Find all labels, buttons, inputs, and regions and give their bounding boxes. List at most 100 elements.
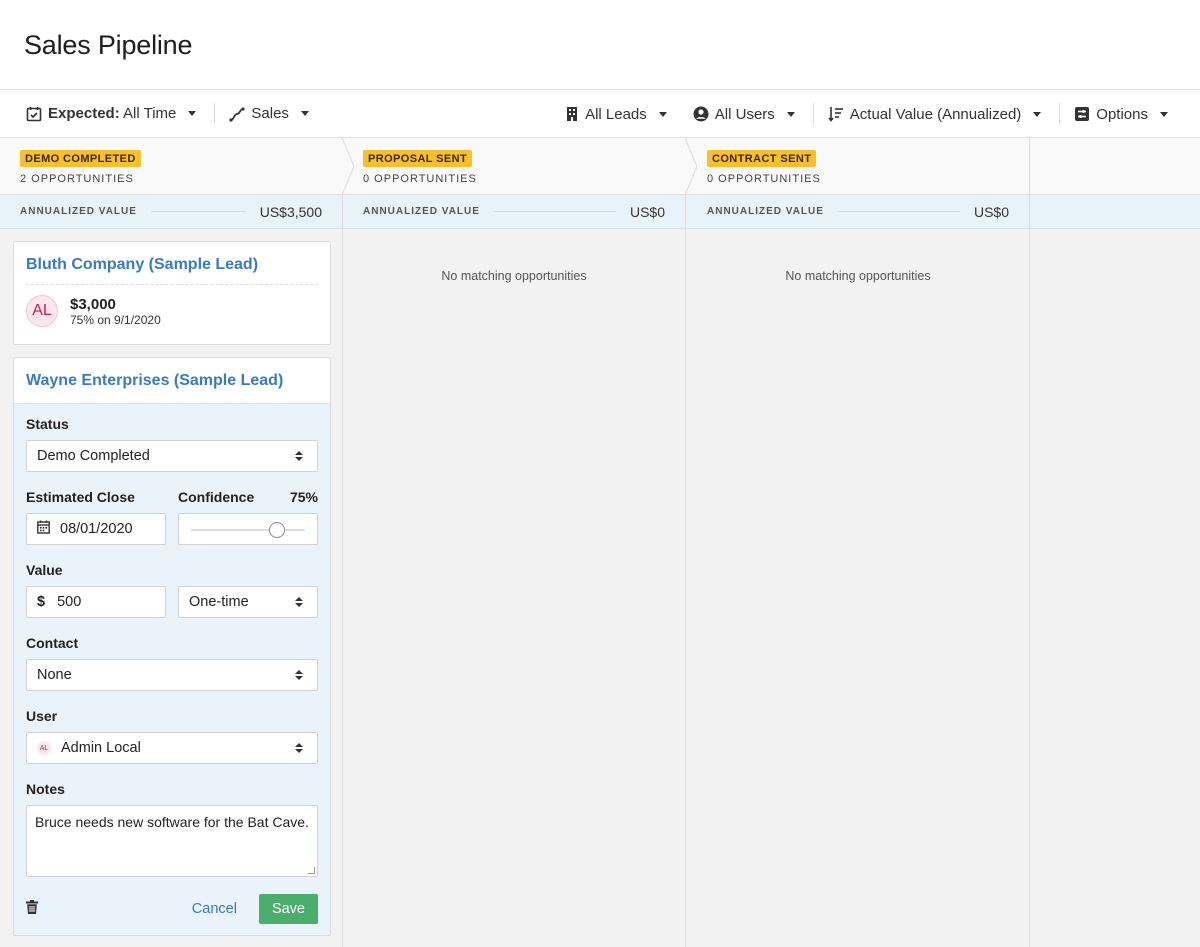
notes-value: Bruce needs new software for the Bat Cav…: [35, 814, 309, 830]
value-label: ANNUALIZED VALUE: [707, 206, 824, 217]
stage-badge: CONTRACT SENT: [707, 150, 817, 167]
divider: [837, 211, 960, 212]
user-circle-icon: [693, 106, 709, 122]
divider: [26, 284, 318, 285]
opportunity-amount: $3,000: [70, 295, 116, 313]
resize-handle-icon[interactable]: [308, 867, 315, 874]
slider-handle[interactable]: [268, 522, 285, 538]
leads-value: All Leads: [585, 105, 647, 123]
opportunity-count: 2 OPPORTUNITIES: [20, 173, 134, 185]
stage-header: [1030, 138, 1200, 195]
status-label: Status: [26, 416, 69, 432]
filter-toolbar: Expected: All Time Sales All Leads All U…: [0, 90, 1200, 138]
status-value: Demo Completed: [37, 448, 150, 464]
contact-select[interactable]: None: [26, 659, 318, 691]
stage-value-bar: ANNUALIZED VALUE US$0: [343, 195, 685, 229]
calendar-icon: [37, 520, 50, 538]
sort-amount-icon: [828, 106, 844, 122]
stage-arrow-icon: [342, 138, 354, 195]
expected-value: All Time: [123, 105, 177, 122]
pipeline-filter[interactable]: Sales: [229, 105, 309, 122]
select-arrows-icon: [295, 597, 303, 607]
users-value: All Users: [714, 105, 775, 123]
divider: [150, 211, 246, 212]
stage-value: US$3,500: [259, 203, 322, 220]
opportunity-detail: 75% on 9/1/2020: [70, 312, 161, 327]
users-filter[interactable]: All Users: [693, 106, 795, 123]
user-select[interactable]: AL Admin Local: [26, 732, 318, 764]
empty-state-text: No matching opportunities: [785, 269, 931, 283]
divider: [214, 102, 216, 125]
confidence-value: 75%: [289, 489, 318, 505]
expected-filter[interactable]: Expected: All Time: [26, 105, 197, 122]
value-period: One-time: [189, 594, 249, 610]
value-amount: 500: [57, 594, 82, 610]
divider: [493, 211, 616, 212]
save-button[interactable]: Save: [258, 894, 318, 924]
trash-icon[interactable]: [26, 899, 38, 919]
empty-state-text: No matching opportunities: [441, 269, 587, 283]
value-period-select[interactable]: One-time: [178, 586, 318, 618]
select-arrows-icon: [295, 451, 303, 461]
stage-header: CONTRACT SENT 0 OPPORTUNITIES: [687, 138, 1029, 195]
stage-column-demo-completed: DEMO COMPLETED 2 OPPORTUNITIES ANNUALIZE…: [0, 138, 354, 947]
chevron-down-icon: [300, 111, 309, 116]
user-avatar: AL: [37, 741, 51, 755]
contact-value: None: [37, 667, 72, 683]
confidence-slider[interactable]: [178, 513, 318, 545]
value-input[interactable]: $ 500: [26, 586, 166, 618]
opportunity-form: Status Demo Completed Estimated Close 08…: [14, 404, 330, 935]
cancel-button[interactable]: Cancel: [192, 901, 237, 917]
value-label: Value: [26, 562, 63, 578]
value-label: ANNUALIZED VALUE: [363, 206, 480, 217]
close-date-value: 08/01/2020: [60, 521, 133, 537]
chevron-down-icon: [1033, 111, 1042, 117]
stage-value: US$0: [629, 203, 665, 220]
avatar: AL: [26, 295, 58, 327]
expected-label: Expected:: [48, 105, 120, 122]
opportunity-card[interactable]: Bluth Company (Sample Lead) AL $3,000 75…: [13, 241, 331, 345]
pipeline-icon: [229, 106, 245, 122]
opportunity-count: 0 OPPORTUNITIES: [363, 173, 477, 185]
leads-filter[interactable]: All Leads: [565, 106, 667, 123]
form-actions: Cancel Save: [26, 893, 318, 925]
pipeline-board: DEMO COMPLETED 2 OPPORTUNITIES ANNUALIZE…: [0, 138, 1200, 947]
divider: [1059, 103, 1061, 125]
sliders-icon: [1074, 106, 1090, 122]
lead-link[interactable]: Wayne Enterprises (Sample Lead): [26, 372, 318, 390]
chevron-down-icon: [188, 111, 197, 116]
stage-column-contract-sent: CONTRACT SENT 0 OPPORTUNITIES ANNUALIZED…: [687, 138, 1030, 947]
opportunity-count: 0 OPPORTUNITIES: [707, 173, 821, 185]
stage-badge: DEMO COMPLETED: [20, 150, 141, 167]
sort-filter[interactable]: Actual Value (Annualized): [828, 106, 1042, 123]
opportunity-edit-card: Wayne Enterprises (Sample Lead) Status D…: [13, 357, 331, 936]
currency-symbol: $: [37, 594, 46, 610]
user-label: User: [26, 708, 58, 724]
options-label: Options: [1096, 105, 1148, 123]
building-icon: [565, 106, 579, 122]
close-date-input[interactable]: 08/01/2020: [26, 513, 166, 545]
select-arrows-icon: [295, 670, 303, 680]
user-value: Admin Local: [61, 740, 141, 756]
stage-arrow-icon: [685, 138, 697, 195]
status-select[interactable]: Demo Completed: [26, 440, 318, 472]
notes-textarea[interactable]: Bruce needs new software for the Bat Cav…: [26, 805, 318, 877]
stage-header: PROPOSAL SENT 0 OPPORTUNITIES: [343, 138, 697, 195]
value-label: ANNUALIZED VALUE: [20, 206, 137, 217]
stage-value-bar: [1030, 195, 1200, 229]
stage-value-bar: ANNUALIZED VALUE US$0: [687, 195, 1029, 229]
stage-value: US$0: [973, 203, 1009, 220]
calendar-check-icon: [26, 106, 42, 122]
select-arrows-icon: [295, 743, 303, 753]
close-date-label: Estimated Close: [26, 489, 135, 505]
stage-value-bar: ANNUALIZED VALUE US$3,500: [0, 195, 342, 229]
pipeline-value: Sales: [251, 105, 289, 122]
chevron-down-icon: [786, 111, 795, 117]
page-header: Sales Pipeline: [0, 0, 1200, 90]
stage-badge: PROPOSAL SENT: [363, 150, 473, 167]
confidence-label: Confidence: [178, 489, 255, 505]
stage-header: DEMO COMPLETED 2 OPPORTUNITIES: [0, 138, 354, 195]
sort-value: Actual Value (Annualized): [849, 105, 1022, 123]
lead-link[interactable]: Bluth Company (Sample Lead): [26, 256, 318, 274]
options-menu[interactable]: Options: [1074, 106, 1168, 123]
